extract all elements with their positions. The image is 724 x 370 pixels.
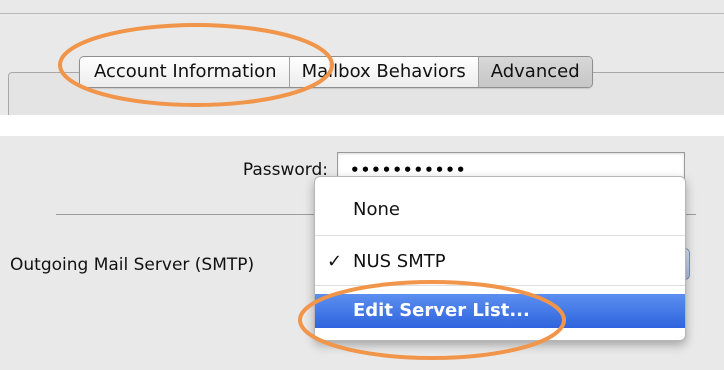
tab-account-information[interactable]: Account Information: [80, 57, 290, 87]
menu-item-label: Edit Server List...: [353, 300, 530, 321]
menu-item-edit-server-list[interactable]: Edit Server List...: [315, 294, 685, 328]
preferences-tab-region: Account Information Mailbox Behaviors Ad…: [0, 0, 724, 115]
menu-item-nus-smtp[interactable]: ✓ NUS SMTP: [315, 245, 685, 279]
menu-divider: [315, 235, 685, 236]
menu-item-none[interactable]: None: [315, 193, 685, 227]
account-settings-region: Password: ••••••••••• Outgoing Mail Serv…: [0, 136, 724, 370]
menu-item-label: NUS SMTP: [353, 251, 446, 272]
checkmark-icon: ✓: [327, 251, 343, 272]
tab-advanced[interactable]: Advanced: [478, 57, 592, 87]
menu-divider: [315, 285, 685, 286]
tab-strip: Account Information Mailbox Behaviors Ad…: [79, 56, 593, 88]
tab-mailbox-behaviors[interactable]: Mailbox Behaviors: [289, 57, 479, 87]
smtp-server-label: Outgoing Mail Server (SMTP): [10, 255, 255, 275]
smtp-server-menu: None ✓ NUS SMTP Edit Server List...: [314, 176, 686, 341]
window-frame-line: [0, 13, 724, 14]
menu-item-label: None: [353, 199, 400, 220]
